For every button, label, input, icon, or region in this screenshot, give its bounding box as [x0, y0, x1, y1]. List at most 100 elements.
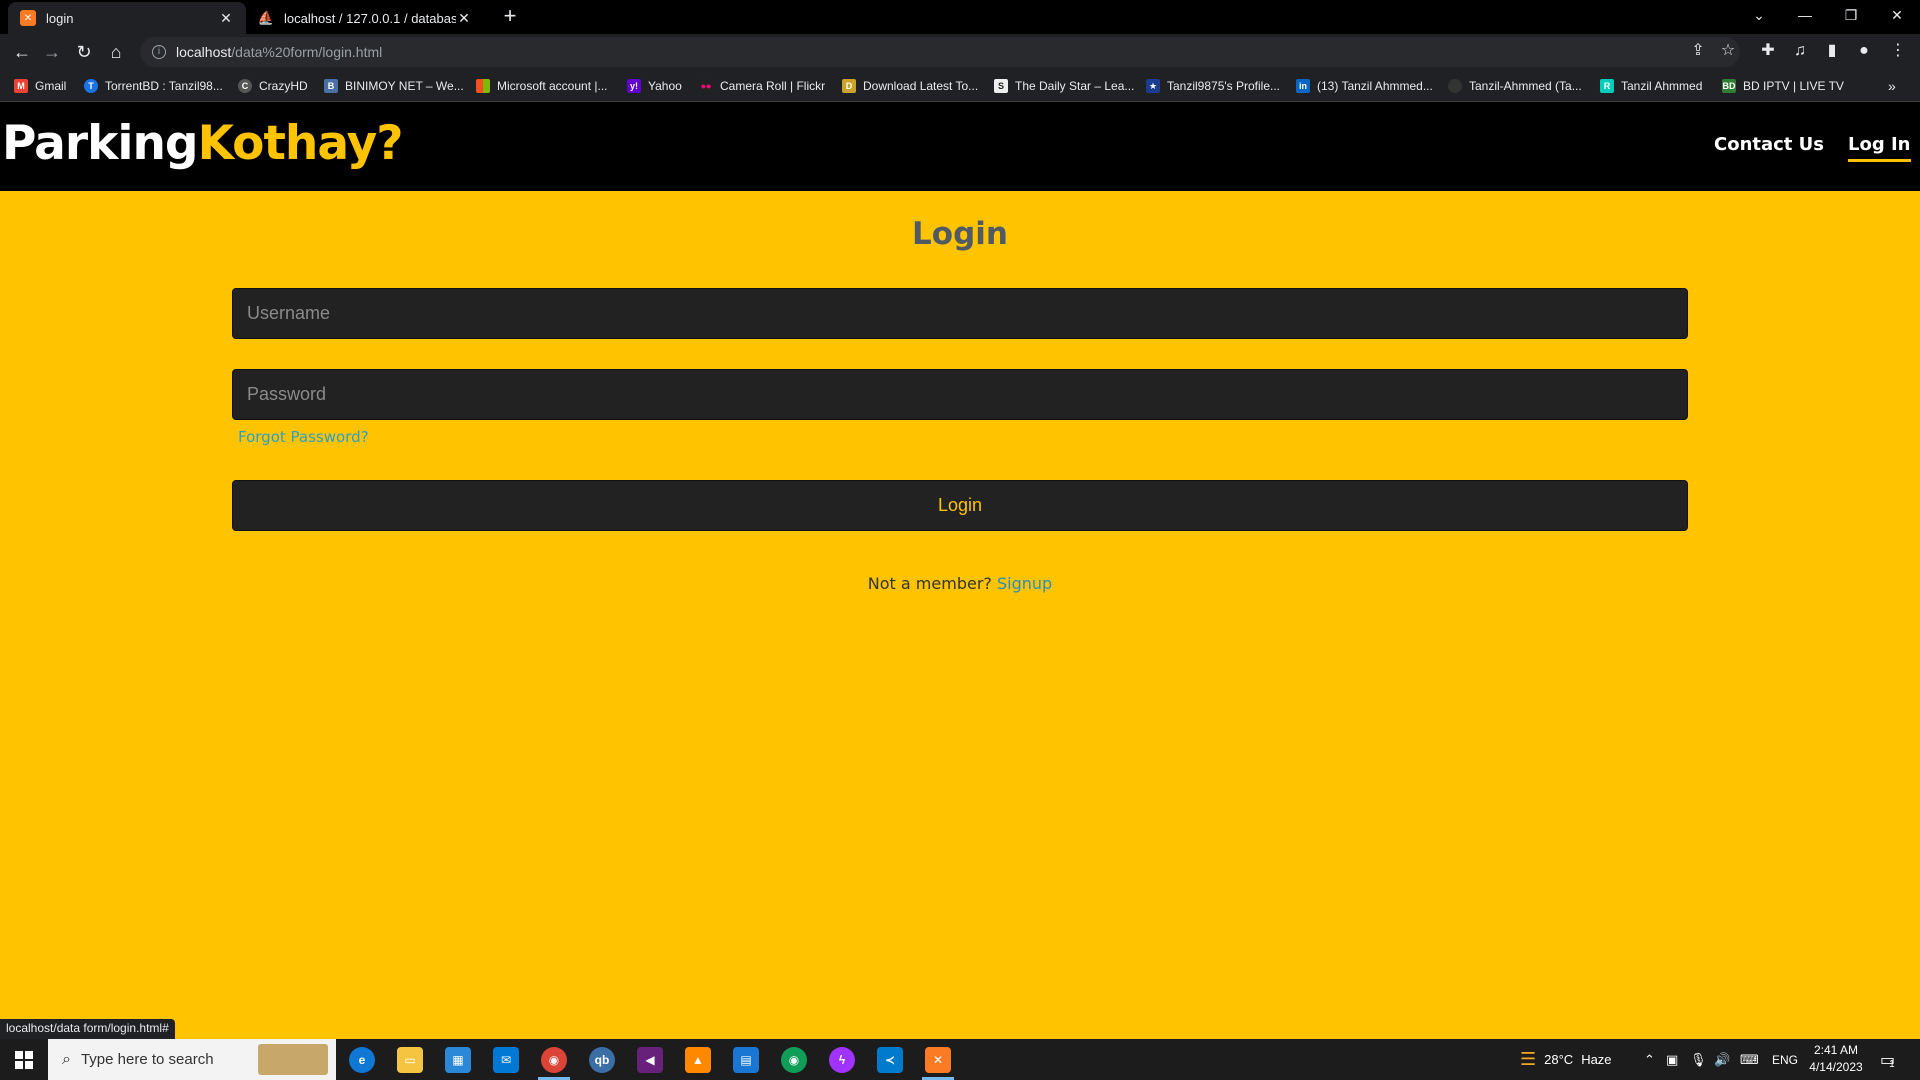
forward-icon[interactable]: →	[38, 38, 66, 66]
side-panel-icon[interactable]: ▮	[1818, 37, 1846, 65]
star-icon: ★	[1146, 79, 1160, 93]
dailystar-icon: S	[994, 79, 1008, 93]
bookmark-iptv[interactable]: BD BD IPTV | LIVE TV	[1722, 76, 1844, 96]
address-bar[interactable]: i localhost/data%20form/login.html	[140, 37, 1740, 67]
tab-title: localhost / 127.0.0.1 / database_f	[284, 10, 456, 26]
bookmark-github[interactable]: Tanzil-Ahmmed (Ta...	[1448, 76, 1582, 96]
time: 2:41 AM	[1813, 1043, 1859, 1057]
chrome-icon[interactable]: ◉	[530, 1039, 578, 1080]
download-icon: D	[842, 79, 856, 93]
bookmark-gmail[interactable]: M Gmail	[14, 76, 66, 96]
bookmarks-bar: M Gmail T TorrentBD : Tanzil98... C CrazyHD…	[0, 70, 1920, 102]
app-blue-icon[interactable]: ▤	[722, 1039, 770, 1080]
weather-widget[interactable]: ☰ 28°C Haze	[1520, 1039, 1612, 1080]
close-icon[interactable]: ✕	[218, 10, 234, 27]
password-input[interactable]	[232, 369, 1688, 420]
username-input[interactable]	[232, 288, 1688, 339]
bookmark-label: (13) Tanzil Ahmmed...	[1317, 79, 1433, 93]
close-icon[interactable]: ✕	[456, 10, 472, 27]
bookmark-label: TorrentBD : Tanzil98...	[105, 79, 223, 93]
tab-search-icon[interactable]: ⌄	[1736, 0, 1782, 30]
vlc-icon[interactable]: ▲	[674, 1039, 722, 1080]
close-window-button[interactable]: ✕	[1874, 0, 1920, 30]
yahoo-icon: y!	[627, 79, 641, 93]
flickr-icon: ●●	[699, 79, 713, 93]
restore-button[interactable]: ❐	[1828, 0, 1874, 30]
vscode-icon[interactable]: ≺	[866, 1039, 914, 1080]
site-logo[interactable]: ParkingKothay?	[2, 116, 404, 171]
bookmark-label: Tanzil9875's Profile...	[1167, 79, 1281, 93]
signup-link[interactable]: Signup	[997, 574, 1052, 593]
crazyhd-icon: C	[238, 79, 252, 93]
logo-part1: Parking	[2, 116, 199, 171]
reload-icon[interactable]: ↻	[70, 38, 98, 66]
weather-temp: 28°C	[1544, 1052, 1574, 1067]
mail-icon[interactable]: ✉	[482, 1039, 530, 1080]
visual-studio-icon[interactable]: ◀	[626, 1039, 674, 1080]
bookmark-yahoo[interactable]: y! Yahoo	[627, 76, 682, 96]
chevron-up-icon[interactable]: ⌃	[1644, 1039, 1655, 1080]
chrome-profile-icon[interactable]: ◉	[770, 1039, 818, 1080]
keyboard-icon[interactable]: ⌨	[1740, 1039, 1759, 1080]
tab-phpmyadmin[interactable]: ⛵ localhost / 127.0.0.1 / database_f ✕	[246, 2, 484, 34]
edge-icon[interactable]: e	[338, 1039, 386, 1080]
language-indicator[interactable]: ENG	[1772, 1039, 1798, 1080]
clock[interactable]: 2:41 AM 4/14/2023	[1800, 1042, 1872, 1076]
bookmark-crazyhd[interactable]: C CrazyHD	[238, 76, 308, 96]
store-icon[interactable]: ▦	[434, 1039, 482, 1080]
home-icon[interactable]: ⌂	[102, 38, 130, 66]
nav-log-in[interactable]: Log In	[1848, 134, 1911, 162]
bookmark-download[interactable]: D Download Latest To...	[842, 76, 978, 96]
browser-toolbar: ← → ↻ ⌂ i localhost/data%20form/login.ht…	[0, 34, 1920, 70]
bookmark-linkedin[interactable]: in (13) Tanzil Ahmmed...	[1296, 76, 1433, 96]
linkedin-icon: in	[1296, 79, 1310, 93]
bookmark-star-icon[interactable]: ☆	[1714, 37, 1742, 65]
share-icon[interactable]: ⇪	[1684, 37, 1712, 65]
xampp-icon: ✕	[20, 10, 36, 26]
bookmark-label: Microsoft account |...	[497, 79, 608, 93]
taskbar-search[interactable]: ⌕ Type here to search	[48, 1039, 336, 1080]
bookmark-dailystar[interactable]: S The Daily Star – Lea...	[994, 76, 1134, 96]
new-tab-button[interactable]: +	[498, 4, 522, 28]
menu-kebab-icon[interactable]: ⋮	[1884, 37, 1912, 65]
xampp-taskbar-icon[interactable]: ✕	[914, 1039, 962, 1080]
search-highlight-icon	[258, 1044, 328, 1075]
extensions-icon[interactable]: ✚	[1754, 37, 1782, 65]
site-info-icon[interactable]: i	[152, 45, 166, 59]
more-bookmarks-icon[interactable]: »	[1888, 76, 1896, 96]
minimize-button[interactable]: —	[1782, 0, 1828, 30]
bookmark-profile[interactable]: ★ Tanzil9875's Profile...	[1146, 76, 1280, 96]
page-content: ParkingKothay? Contact Us Log In Login F…	[0, 102, 1920, 1039]
weather-desc: Haze	[1581, 1052, 1612, 1067]
login-button[interactable]: Login	[232, 480, 1688, 531]
nav-contact-us[interactable]: Contact Us	[1714, 134, 1824, 155]
volume-icon[interactable]: 🔊	[1714, 1039, 1730, 1080]
notification-center-icon[interactable]: ▭ 1	[1880, 1039, 1895, 1080]
screen: ✕ login ✕ ⛵ localhost / 127.0.0.1 / data…	[0, 0, 1920, 1080]
profile-avatar-icon[interactable]: ●	[1850, 37, 1878, 65]
bookmark-torrentbd[interactable]: T TorrentBD : Tanzil98...	[84, 76, 223, 96]
windows-start-icon[interactable]	[0, 1039, 48, 1080]
media-control-icon[interactable]: ♫	[1786, 37, 1814, 65]
file-explorer-icon[interactable]: ▭	[386, 1039, 434, 1080]
network-icon[interactable]: ▣	[1666, 1039, 1678, 1080]
taskbar: ⌕ Type here to search e ▭ ▦ ✉ ◉ qb ◀ ▲ ▤…	[0, 1039, 1920, 1080]
bookmark-label: Yahoo	[648, 79, 682, 93]
signup-prompt: Not a member? Signup	[0, 574, 1920, 593]
qbittorrent-icon[interactable]: qb	[578, 1039, 626, 1080]
forgot-password-link[interactable]: Forgot Password?	[238, 428, 369, 446]
iptv-icon: BD	[1722, 79, 1736, 93]
bookmark-flickr[interactable]: ●● Camera Roll | Flickr	[699, 76, 825, 96]
bookmark-binimoy[interactable]: B BINIMOY NET – We...	[324, 76, 464, 96]
messenger-icon[interactable]: ϟ	[818, 1039, 866, 1080]
bookmark-microsoft[interactable]: Microsoft account |...	[476, 76, 608, 96]
tab-login[interactable]: ✕ login ✕	[8, 2, 246, 34]
bookmark-researchgate[interactable]: R Tanzil Ahmmed	[1600, 76, 1702, 96]
url-host: localhost	[176, 44, 232, 60]
torrentbd-icon: T	[84, 79, 98, 93]
github-icon	[1448, 79, 1462, 93]
back-icon[interactable]: ←	[8, 38, 36, 66]
bookmark-label: BINIMOY NET – We...	[345, 79, 464, 93]
microphone-icon[interactable]: 🎙	[1690, 1039, 1707, 1080]
bookmark-label: Tanzil Ahmmed	[1621, 79, 1703, 93]
